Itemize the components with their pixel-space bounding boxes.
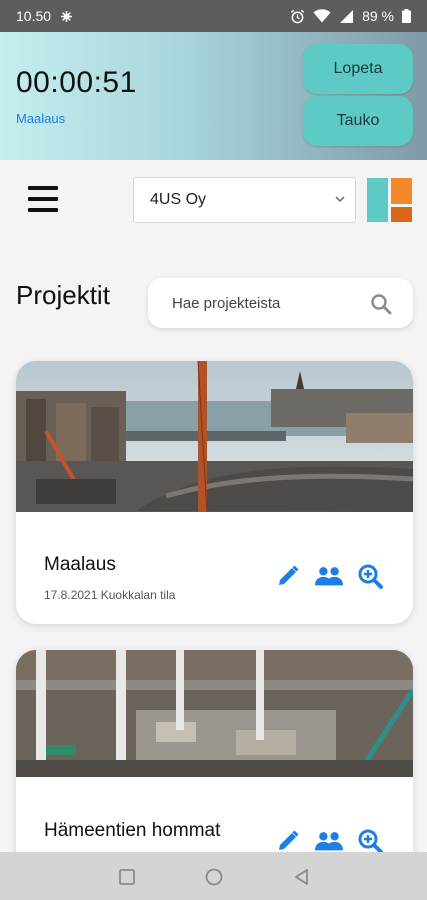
status-bar: 10.50 89 % [0, 0, 427, 32]
timer-project-link[interactable]: Maalaus [16, 111, 65, 126]
project-meta: 17.8.2021 Kuokkalan tila [44, 588, 176, 602]
signal-icon [340, 10, 354, 23]
project-name: Maalaus [44, 554, 116, 575]
edit-icon[interactable] [274, 828, 302, 854]
status-time: 10.50 [16, 8, 52, 24]
zoom-icon[interactable] [356, 563, 384, 589]
timer-header: 00:00:51 Maalaus Lopeta Tauko [0, 32, 427, 160]
elapsed-timer: 00:00:51 [16, 66, 137, 99]
chevron-down-icon [335, 196, 345, 203]
system-nav-bar [0, 852, 427, 900]
page-title: Projektit [16, 280, 110, 310]
users-icon[interactable] [315, 563, 343, 589]
company-select-value: 4US Oy [150, 191, 207, 208]
zoom-icon[interactable] [356, 828, 384, 854]
hamburger-menu-icon[interactable] [28, 186, 58, 212]
recents-square-icon[interactable] [116, 866, 138, 888]
pause-button[interactable]: Tauko [303, 96, 413, 146]
company-logo [367, 178, 412, 222]
battery-percent: 89 % [362, 8, 394, 24]
settings-gear-icon [61, 10, 73, 22]
wifi-icon [313, 9, 331, 23]
search-input[interactable] [172, 292, 362, 314]
alarm-icon [291, 9, 305, 23]
company-select[interactable]: 4US Oy [133, 177, 356, 223]
project-name: Hämeentien hommat [44, 820, 221, 841]
back-triangle-icon[interactable] [291, 866, 313, 888]
edit-icon[interactable] [274, 563, 302, 589]
project-card[interactable]: Maalaus 17.8.2021 Kuokkalan tila [16, 361, 413, 624]
search-icon[interactable] [369, 292, 393, 316]
project-image [16, 361, 413, 512]
battery-icon [402, 9, 411, 23]
stop-button[interactable]: Lopeta [303, 44, 413, 94]
project-search [148, 278, 413, 328]
users-icon[interactable] [315, 828, 343, 854]
project-image [16, 650, 413, 777]
home-circle-icon[interactable] [203, 866, 225, 888]
project-actions [274, 828, 384, 854]
project-actions [274, 563, 384, 589]
